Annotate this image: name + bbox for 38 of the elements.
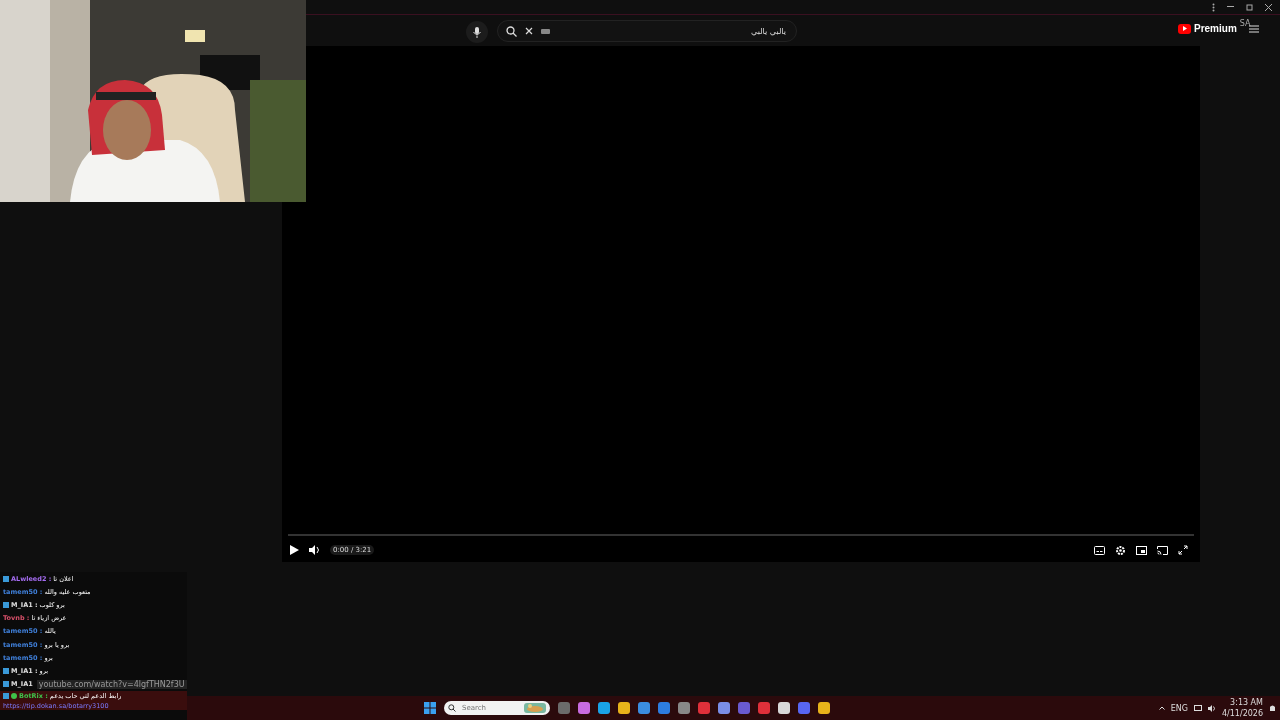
settings-icon[interactable]: [1115, 544, 1126, 556]
clock[interactable]: 3:13 AM 4/11/2026: [1221, 697, 1263, 719]
microphone-icon: [473, 26, 481, 38]
miniplayer-icon[interactable]: [1136, 545, 1147, 555]
app-icon[interactable]: [778, 702, 790, 714]
app-icon[interactable]: [618, 702, 630, 714]
minimize-icon[interactable]: [1227, 6, 1234, 8]
close-icon[interactable]: [1265, 3, 1272, 11]
app-icon[interactable]: [578, 702, 590, 714]
search-icon[interactable]: [506, 25, 517, 37]
volume-icon[interactable]: [1207, 704, 1216, 712]
fullscreen-icon[interactable]: [1178, 545, 1188, 555]
clear-icon[interactable]: [525, 27, 533, 35]
verified-icon: [11, 693, 17, 700]
app-icon[interactable]: [718, 702, 730, 714]
restore-icon[interactable]: [1246, 3, 1253, 11]
app-icon[interactable]: [598, 702, 610, 714]
menu-icon[interactable]: [1249, 25, 1259, 33]
network-icon[interactable]: [1193, 704, 1202, 712]
start-icon[interactable]: [424, 702, 436, 714]
language-indicator[interactable]: ENG: [1170, 703, 1188, 713]
play-icon[interactable]: [290, 545, 299, 555]
chevron-up-icon[interactable]: [1158, 706, 1165, 710]
search-input[interactable]: يالبي يالبي: [558, 25, 788, 37]
voice-search-button[interactable]: [466, 21, 488, 43]
notification-icon[interactable]: [1269, 703, 1276, 713]
app-icon[interactable]: [678, 702, 690, 714]
badge-icon: [3, 693, 9, 700]
search-icon: [448, 704, 456, 712]
keyboard-icon[interactable]: [541, 28, 550, 34]
app-icon[interactable]: [818, 702, 830, 714]
volume-icon[interactable]: [309, 545, 320, 555]
app-icon[interactable]: [638, 702, 650, 714]
search-field[interactable]: يالبي يالبي: [497, 20, 797, 42]
subtitles-icon[interactable]: [1094, 545, 1105, 555]
link-tooltip: youtube.com/watch?v=4lgfTHN2f3U: [36, 679, 187, 689]
more-icon[interactable]: [1212, 2, 1215, 12]
cast-icon[interactable]: [1157, 545, 1168, 555]
